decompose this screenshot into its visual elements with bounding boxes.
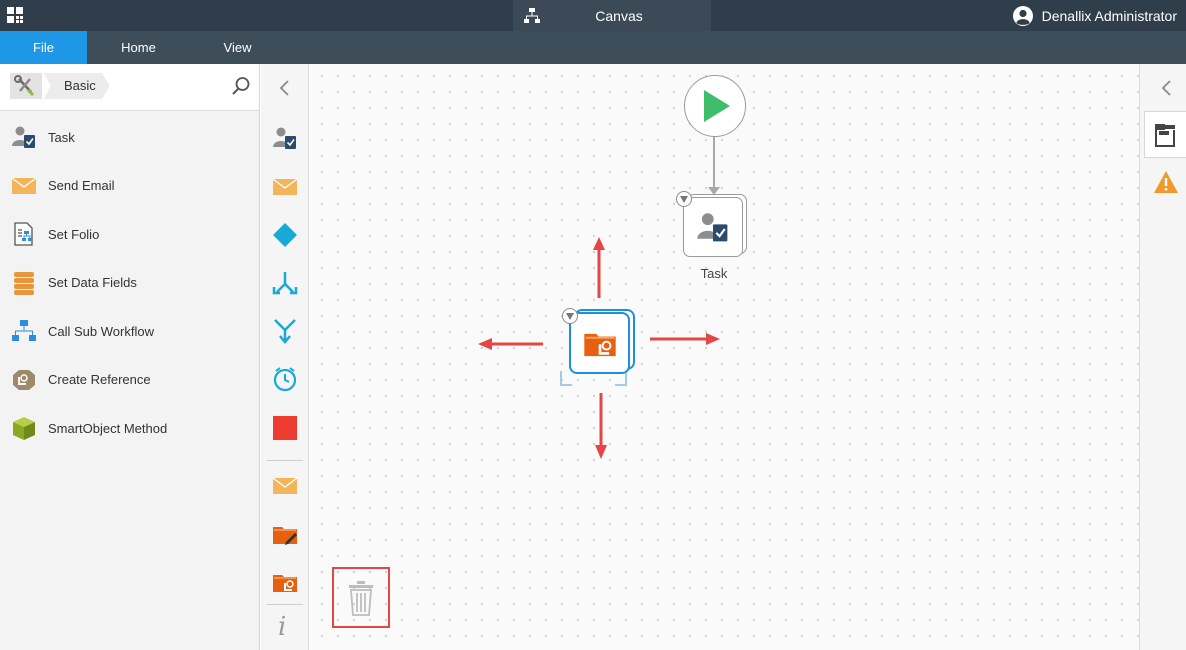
strip-task-icon[interactable] (270, 123, 300, 153)
chevron-down-icon (680, 195, 688, 203)
chevron-down-icon (566, 312, 574, 320)
toolbox-item-label: Set Folio (48, 226, 100, 242)
create-reference-menu-button[interactable] (562, 308, 578, 324)
design-canvas[interactable] (310, 64, 1139, 650)
task-icon (11, 124, 37, 150)
collapse-left-icon[interactable] (275, 78, 295, 98)
strip-folder-reference-icon[interactable] (270, 567, 300, 597)
properties-tab[interactable] (1144, 111, 1186, 158)
strip-divider (267, 604, 303, 605)
user-menu[interactable]: Denallix Administrator (1012, 4, 1177, 28)
start-icon (704, 90, 730, 122)
smartobject-icon (11, 415, 37, 441)
menu-home[interactable]: Home (87, 31, 190, 64)
menu-bar: File Home View (0, 31, 1186, 86)
toolbox-item-label: Call Sub Workflow (48, 323, 154, 339)
task-step-menu-button[interactable] (676, 191, 692, 207)
create-reference-step[interactable] (569, 309, 635, 374)
strip-end-icon[interactable] (270, 413, 300, 443)
strip-divider (267, 460, 303, 461)
toolbox-list: Task Send Email Set Folio Set Data Field… (0, 113, 259, 453)
sub-workflow-icon (11, 318, 37, 344)
user-name: Denallix Administrator (1041, 8, 1177, 24)
trash-drop-zone[interactable] (332, 567, 390, 628)
search-icon[interactable] (231, 76, 251, 96)
strip-merge-icon[interactable] (270, 316, 300, 346)
breadcrumb-root[interactable] (10, 73, 42, 99)
strip-decision-icon[interactable] (270, 220, 300, 250)
trash-icon (349, 580, 373, 616)
data-fields-icon (11, 270, 37, 296)
strip-split-icon[interactable] (270, 268, 300, 298)
folder-reference-icon (583, 333, 616, 357)
create-reference-icon (11, 367, 37, 393)
title-bar: Canvas Denallix Administrator (0, 0, 1186, 31)
set-folio-icon (11, 221, 37, 247)
task-step-label: Task (700, 266, 728, 281)
toolbox-item-task[interactable]: Task (0, 113, 259, 162)
toolbox-item-smartobject-method[interactable]: SmartObject Method (0, 404, 259, 453)
toolbox-item-set-data-fields[interactable]: Set Data Fields (0, 259, 259, 308)
connector-line[interactable] (713, 137, 715, 189)
toolbox-item-label: Task (48, 129, 75, 145)
toolbox-item-label: Send Email (48, 178, 115, 194)
right-panel (1139, 64, 1186, 650)
user-avatar-icon (1012, 6, 1033, 26)
create-reference-step-body (569, 312, 630, 374)
collapse-icon[interactable] (1157, 78, 1177, 98)
email-icon (11, 173, 37, 199)
tab-canvas-label: Canvas (595, 8, 643, 24)
toolbox-item-call-sub-workflow[interactable]: Call Sub Workflow (0, 307, 259, 356)
warning-icon[interactable] (1153, 170, 1179, 194)
task-icon (697, 213, 728, 242)
menu-view[interactable]: View (190, 31, 285, 64)
toolbox-item-create-reference[interactable]: Create Reference (0, 356, 259, 405)
toolbox-item-set-folio[interactable]: Set Folio (0, 210, 259, 259)
toolbox-panel: Basic Task Send Email Set Folio Set Data… (0, 64, 260, 650)
strip-email-template-icon[interactable] (270, 471, 300, 501)
start-node[interactable] (684, 75, 746, 137)
toolbox-strip: i (261, 64, 309, 650)
toolbox-item-label: Create Reference (48, 372, 151, 388)
toolbox-item-label: SmartObject Method (48, 420, 168, 436)
strip-timer-icon[interactable] (270, 364, 300, 394)
breadcrumb-basic[interactable]: Basic (44, 73, 110, 99)
tab-canvas[interactable]: Canvas (513, 0, 711, 31)
task-step[interactable] (683, 194, 747, 259)
strip-email-icon[interactable] (270, 172, 300, 202)
toolbox-header: Basic (0, 64, 259, 111)
properties-icon (1155, 123, 1175, 147)
app-grid-icon[interactable] (6, 6, 24, 24)
menu-file[interactable]: File (0, 31, 87, 64)
tools-icon (14, 75, 35, 97)
toolbox-item-send-email[interactable]: Send Email (0, 162, 259, 211)
info-icon[interactable]: i (278, 612, 286, 642)
task-step-body (683, 197, 743, 257)
toolbox-item-label: Set Data Fields (48, 275, 137, 291)
strip-folder-edit-icon[interactable] (270, 519, 300, 549)
